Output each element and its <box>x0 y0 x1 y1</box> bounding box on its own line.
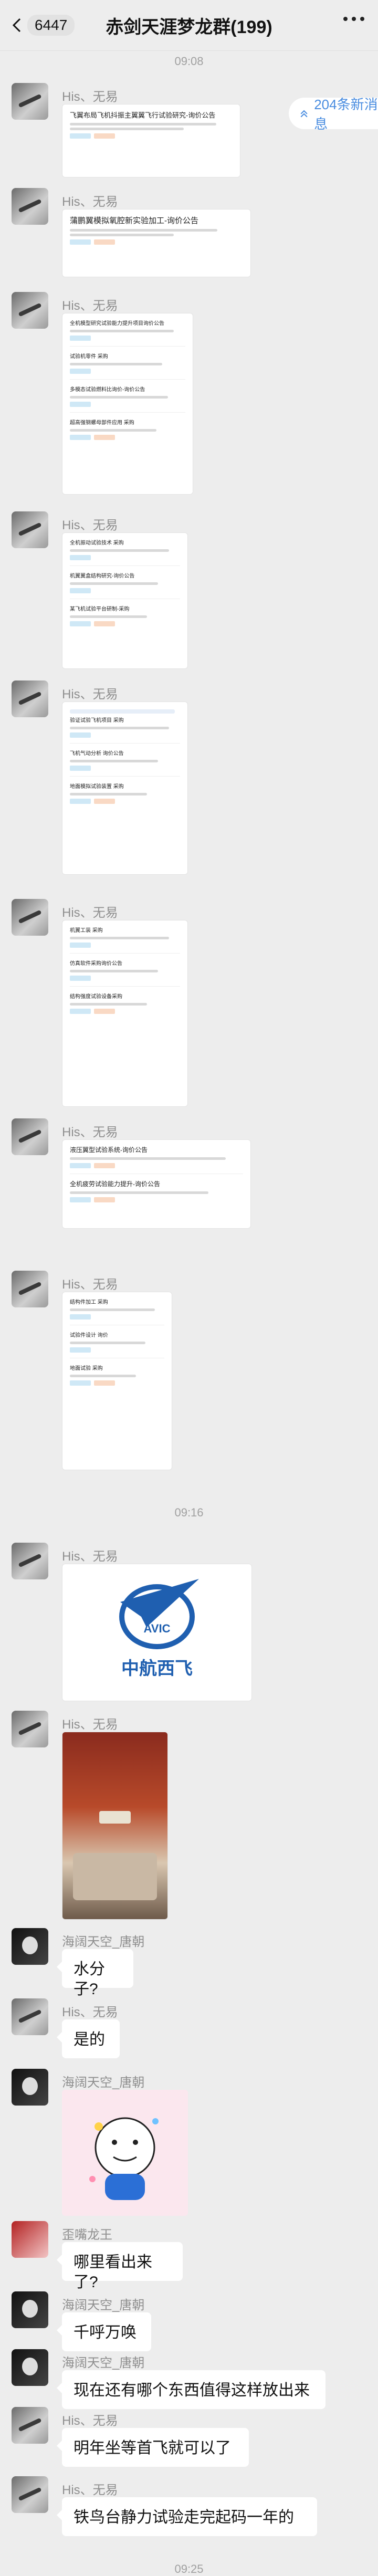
doc-title: 全机模型研究试验能力提升项目询价公告 <box>70 321 164 327</box>
avatar[interactable] <box>12 680 48 717</box>
avatar[interactable] <box>12 2069 48 2106</box>
sender-name: His、无易 <box>62 90 118 104</box>
shared-image[interactable]: 验证试验飞机项目 采购 飞机气动分析 询价公告 地面模拟试验装置 采购 <box>62 701 188 875</box>
shared-image[interactable]: 机翼工装 采购 仿真软件采购询价公告 结构强度试验设备采购 <box>62 920 188 1107</box>
sender-name: His、无易 <box>62 299 118 313</box>
avatar[interactable] <box>12 899 48 936</box>
chat-header: 6447 赤剑天涯梦龙群(199) <box>0 0 378 51</box>
timestamp: 09:16 <box>174 1506 204 1519</box>
sender-name: His、无易 <box>62 906 118 920</box>
sticker-face-icon <box>89 2117 159 2200</box>
avatar[interactable] <box>12 2407 48 2444</box>
message-bubble[interactable]: 现在还有哪个东西值得这样放出来 <box>57 2370 326 2409</box>
avatar[interactable] <box>12 2349 48 2386</box>
back-chevron-icon <box>12 18 21 33</box>
avatar[interactable] <box>12 2476 48 2513</box>
shared-image[interactable]: 结构件加工 采购 试验件设计 询价 地面试验 采购 <box>62 1292 172 1470</box>
more-dots-icon[interactable] <box>343 17 364 22</box>
shared-image[interactable]: 全机振动试验技术 采购 机翼翼盒结构研究-询价公告 某飞机试验平台研制-采购 <box>62 532 188 669</box>
shared-image[interactable]: 蒲鹏翼模拟氧腔新实验加工-询价公告 <box>62 209 251 277</box>
sender-name: His、无易 <box>62 518 118 532</box>
avatar[interactable] <box>12 83 48 120</box>
avic-logo-icon: AVIC 中航西飞 <box>119 1579 199 1679</box>
doc-title: 地面试验 采购 <box>70 1366 103 1371</box>
avatar[interactable] <box>12 511 48 548</box>
shared-image[interactable]: 全机模型研究试验能力提升项目询价公告 试验机零件 采购 多模态试验燃料比询价-询… <box>62 313 193 495</box>
doc-title: 机翼工装 采购 <box>70 928 103 934</box>
message-bubble[interactable]: 千呼万唤 <box>57 2312 151 2351</box>
doc-title: 机翼翼盒结构研究-询价公告 <box>70 573 135 579</box>
sender-name: 海阔天空_唐朝 <box>62 2076 145 2090</box>
new-messages-label: 204条新消息 <box>314 97 378 132</box>
message-bubble[interactable]: 是的 <box>57 2019 120 2058</box>
sender-name: His、无易 <box>62 1125 118 1139</box>
doc-title: 全机振动试验技术 采购 <box>70 540 124 546</box>
avatar[interactable] <box>12 1711 48 1747</box>
doc-title: 某飞机试验平台研制-采购 <box>70 606 130 612</box>
sender-name: His、无易 <box>62 687 118 701</box>
avatar[interactable] <box>12 1118 48 1155</box>
avatar[interactable] <box>12 2291 48 2328</box>
sender-name: 歪嘴龙王 <box>62 2228 112 2242</box>
sticker-image[interactable] <box>62 2090 188 2216</box>
doc-title: 结构件加工 采购 <box>70 1300 108 1305</box>
sender-name: 海阔天空_唐朝 <box>62 2356 145 2370</box>
shared-image[interactable]: 液压翼型试验系统-询价公告 全机疲劳试验能力提升-询价公告 <box>62 1139 251 1229</box>
avatar[interactable] <box>12 1271 48 1307</box>
sender-name: His、无易 <box>62 1718 118 1732</box>
avatar[interactable] <box>12 1998 48 2035</box>
sender-name: His、无易 <box>62 2414 118 2428</box>
shared-image[interactable]: 飞翼布局飞机抖振主翼翼飞行试验研究-询价公告 <box>62 104 240 177</box>
timestamp: 09:08 <box>174 55 204 68</box>
avic-logo-image[interactable]: AVIC 中航西飞 <box>62 1564 252 1701</box>
doc-title: 试验机零件 采购 <box>70 354 108 360</box>
avatar[interactable] <box>12 292 48 329</box>
double-chevron-up-icon <box>300 110 308 118</box>
message-bubble[interactable]: 明年坐等首飞就可以了 <box>57 2428 249 2467</box>
sender-name: 海阔天空_唐朝 <box>62 2298 145 2312</box>
doc-title: 多模态试验燃料比询价-询价公告 <box>70 387 145 393</box>
doc-title: 飞翼布局飞机抖振主翼翼飞行试验研究-询价公告 <box>70 111 216 119</box>
sender-name: His、无易 <box>62 2005 118 2019</box>
doc-title: 飞机气动分析 询价公告 <box>70 751 124 757</box>
doc-title: 超高强钢螺母部件应用 采购 <box>70 420 134 426</box>
doc-title: 蒲鹏翼模拟氧腔新实验加工-询价公告 <box>70 216 198 225</box>
doc-title: 地面模拟试验装置 采购 <box>70 784 124 790</box>
doc-title: 全机疲劳试验能力提升-询价公告 <box>70 1180 160 1188</box>
shared-photo[interactable] <box>62 1732 168 1920</box>
svg-text:AVIC: AVIC <box>144 1622 171 1635</box>
back-button[interactable]: 6447 <box>12 15 75 36</box>
message-bubble[interactable]: 水分子? <box>57 1949 133 1998</box>
sender-name: His、无易 <box>62 1277 118 1292</box>
doc-title: 液压翼型试验系统-询价公告 <box>70 1146 148 1154</box>
doc-title: 试验件设计 询价 <box>70 1333 108 1338</box>
unread-count-badge: 6447 <box>27 15 75 36</box>
timestamp: 09:25 <box>174 2562 204 2575</box>
doc-title: 验证试验飞机项目 采购 <box>70 718 124 724</box>
sender-name: His、无易 <box>62 1549 118 1564</box>
avatar[interactable] <box>12 1543 48 1579</box>
sender-name: His、无易 <box>62 195 118 209</box>
new-messages-button[interactable]: 204条新消息 <box>289 97 378 132</box>
avatar[interactable] <box>12 1928 48 1965</box>
chat-title: 赤剑天涯梦龙群(199) <box>106 17 272 37</box>
message-bubble[interactable]: 哪里看出来了? <box>57 2242 183 2291</box>
avatar[interactable] <box>12 2221 48 2258</box>
message-bubble[interactable]: 铁鸟台静力试验走完起码一年的 <box>57 2497 317 2536</box>
sender-name: 海阔天空_唐朝 <box>62 1935 145 1949</box>
doc-title: 结构强度试验设备采购 <box>70 994 122 1000</box>
sender-name: His、无易 <box>62 2483 118 2497</box>
doc-title: 仿真软件采购询价公告 <box>70 961 122 967</box>
avatar[interactable] <box>12 188 48 225</box>
svg-text:中航西飞: 中航西飞 <box>121 1658 193 1679</box>
